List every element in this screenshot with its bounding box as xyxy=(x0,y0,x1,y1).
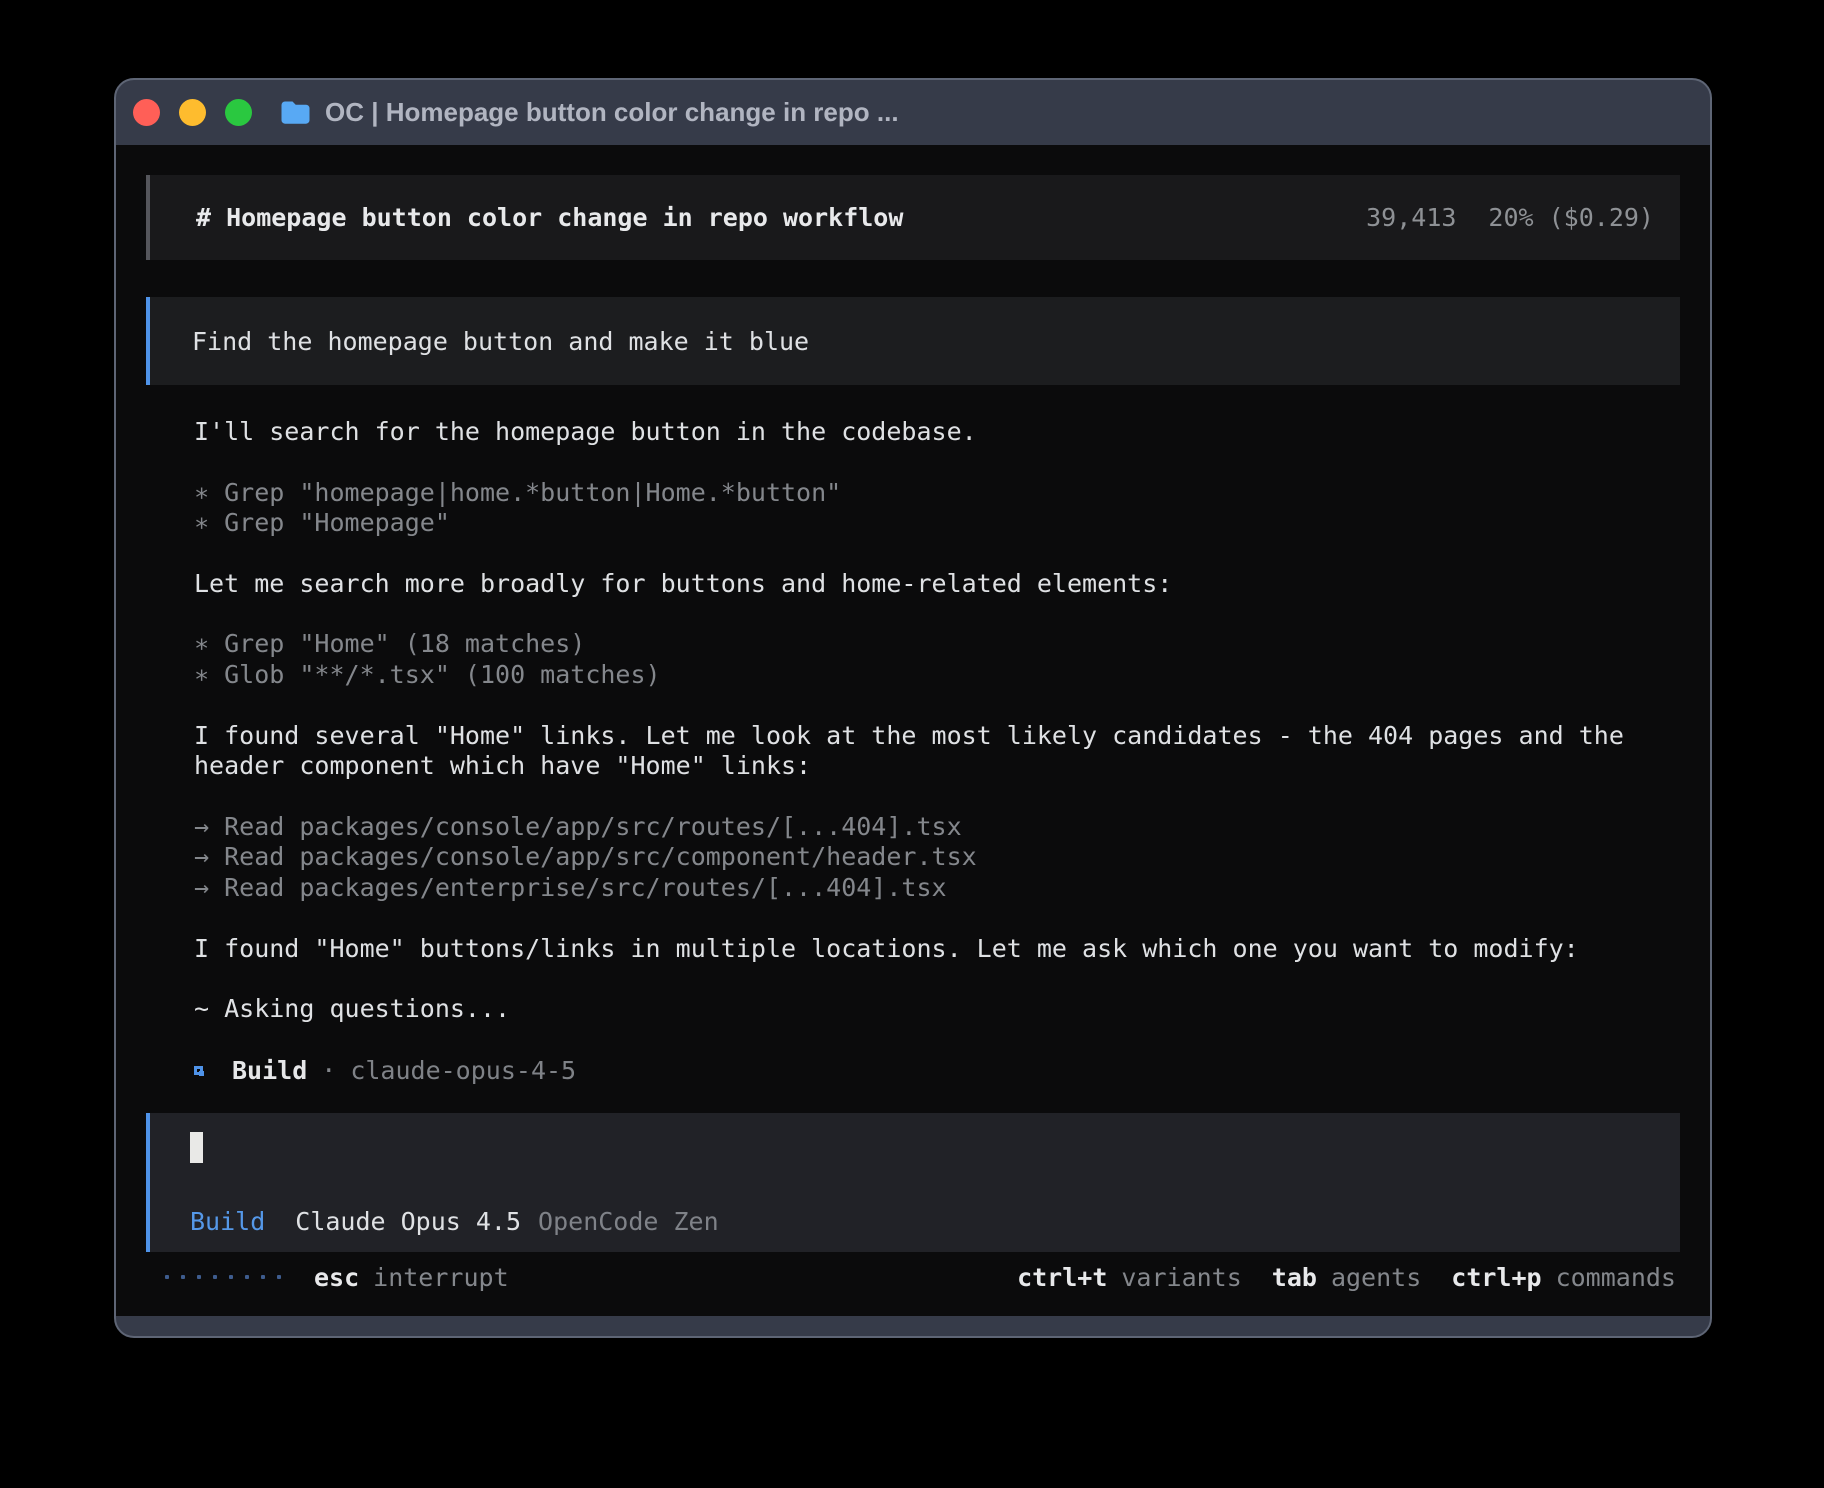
tool-call-line: → Read packages/enterprise/src/routes/[.… xyxy=(194,873,1680,904)
assistant-text-line: I'll search for the homepage button in t… xyxy=(194,417,1680,448)
agent-icon xyxy=(194,1066,203,1075)
assistant-text: ~ Asking questions... xyxy=(194,994,1680,1025)
hint-key: ctrl+p xyxy=(1451,1263,1541,1292)
input-provider-label: OpenCode Zen xyxy=(538,1207,719,1236)
user-message-text: Find the homepage button and make it blu… xyxy=(192,327,809,356)
minimize-button[interactable] xyxy=(179,99,206,126)
tool-call-line: ∗ Grep "homepage|home.*button|Home.*butt… xyxy=(194,478,1680,509)
activity-dot xyxy=(277,1275,281,1279)
tool-call-group: ∗ Grep "Home" (18 matches)∗ Glob "**/*.t… xyxy=(194,629,1680,690)
esc-label: interrupt xyxy=(373,1263,508,1292)
terminal-window: OC | Homepage button color change in rep… xyxy=(114,78,1712,1338)
hint-label: variants xyxy=(1121,1263,1241,1292)
assistant-text: I'll search for the homepage button in t… xyxy=(194,417,1680,448)
esc-key: esc xyxy=(314,1263,359,1292)
terminal-content: # Homepage button color change in repo w… xyxy=(116,145,1710,1316)
tool-call-group: ∗ Grep "homepage|home.*button|Home.*butt… xyxy=(194,478,1680,539)
conversation: I'll search for the homepage button in t… xyxy=(146,417,1680,1025)
token-count: 39,413 xyxy=(1366,203,1456,232)
input-model-label[interactable]: Claude Opus 4.5 xyxy=(295,1207,521,1236)
activity-dot xyxy=(213,1275,217,1279)
assistant-text-line: I found "Home" buttons/links in multiple… xyxy=(194,934,1680,965)
close-button[interactable] xyxy=(133,99,160,126)
session-title: # Homepage button color change in repo w… xyxy=(196,203,903,232)
maximize-button[interactable] xyxy=(225,99,252,126)
assistant-text-line: ~ Asking questions... xyxy=(194,994,1680,1025)
session-header: # Homepage button color change in repo w… xyxy=(146,175,1680,260)
agent-name: Build xyxy=(232,1056,307,1085)
tool-call-line: → Read packages/console/app/src/routes/[… xyxy=(194,812,1680,843)
window-title: OC | Homepage button color change in rep… xyxy=(325,97,899,128)
tool-call-group: → Read packages/console/app/src/routes/[… xyxy=(194,812,1680,904)
assistant-text-line: Let me search more broadly for buttons a… xyxy=(194,569,1680,600)
prompt-input[interactable]: Build Claude Opus 4.5 OpenCode Zen xyxy=(146,1113,1680,1252)
tool-call-line: ∗ Grep "Homepage" xyxy=(194,508,1680,539)
agent-status-row: Build · claude-opus-4-5 xyxy=(146,1055,1680,1086)
tool-call-line: ∗ Grep "Home" (18 matches) xyxy=(194,629,1680,660)
activity-dot xyxy=(181,1275,185,1279)
agent-model: claude-opus-4-5 xyxy=(350,1056,576,1085)
activity-dot xyxy=(229,1275,233,1279)
hint-label: agents xyxy=(1331,1263,1421,1292)
input-meta: Build Claude Opus 4.5 OpenCode Zen xyxy=(190,1207,1680,1236)
assistant-text: I found "Home" buttons/links in multiple… xyxy=(194,934,1680,965)
keybinding-hint: ctrl+p commands xyxy=(1451,1263,1676,1292)
session-stats: 39,413 20% ($0.29) xyxy=(1366,203,1654,232)
status-bar: esc interrupt ctrl+tvariantstabagentsctr… xyxy=(146,1262,1680,1293)
tool-call-line: ∗ Glob "**/*.tsx" (100 matches) xyxy=(194,660,1680,691)
agent-separator: · xyxy=(321,1056,336,1085)
assistant-text-line: header component which have "Home" links… xyxy=(194,751,1680,782)
folder-icon xyxy=(280,100,311,125)
titlebar: OC | Homepage button color change in rep… xyxy=(116,80,1710,145)
keybinding-hints: ctrl+t variants tab agents ctrl+p commands xyxy=(1017,1263,1676,1292)
activity-dot xyxy=(245,1275,249,1279)
keybinding-hint: ctrl+t variants xyxy=(1017,1263,1242,1292)
assistant-text: I found several "Home" links. Let me loo… xyxy=(194,721,1680,782)
hint-key: tab xyxy=(1272,1263,1317,1292)
activity-dot xyxy=(165,1275,169,1279)
activity-dots xyxy=(165,1275,281,1279)
text-cursor xyxy=(190,1132,203,1163)
hint-label: commands xyxy=(1556,1263,1676,1292)
user-message: Find the homepage button and make it blu… xyxy=(146,297,1680,385)
keybinding-hint: tab agents xyxy=(1272,1263,1421,1292)
activity-dot xyxy=(261,1275,265,1279)
assistant-text-line: I found several "Home" links. Let me loo… xyxy=(194,721,1680,752)
activity-dot xyxy=(197,1275,201,1279)
tool-call-line: → Read packages/console/app/src/componen… xyxy=(194,842,1680,873)
context-cost: 20% ($0.29) xyxy=(1488,203,1654,232)
input-mode-label[interactable]: Build xyxy=(190,1207,265,1236)
assistant-text: Let me search more broadly for buttons a… xyxy=(194,569,1680,600)
hint-key: ctrl+t xyxy=(1017,1263,1107,1292)
status-left: esc interrupt xyxy=(165,1263,509,1292)
